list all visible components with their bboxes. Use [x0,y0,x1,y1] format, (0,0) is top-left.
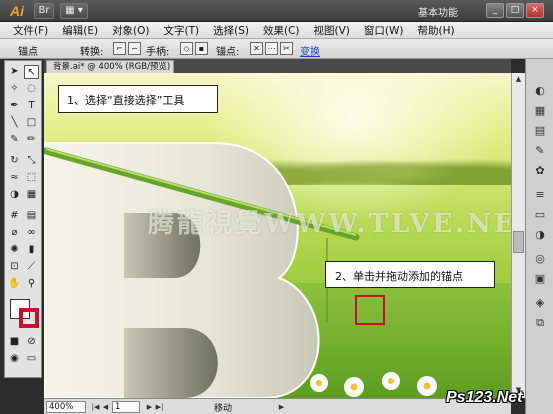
draw-mode-icon[interactable]: ◉ [7,352,22,366]
hide-handles-icon[interactable]: ▪ [195,42,208,55]
menu-type[interactable]: 文字(T) [157,23,207,38]
direct-selection-tool-icon[interactable]: ↖ [24,65,39,79]
slice-tool-icon[interactable]: ⟋ [24,260,39,274]
color-guide-panel-icon[interactable]: ▦ [531,103,549,119]
selection-tool-icon[interactable]: ➤ [7,65,22,79]
remove-anchor-icon[interactable]: ✕ [250,42,263,55]
screen-mode-icon[interactable]: ▭ [24,352,39,366]
document-tab-bar: 背景.ai* @ 400% (RGB/预览) [44,59,511,73]
show-handles-icon[interactable]: ◇ [180,42,193,55]
convert-label: 转换: [80,47,104,58]
control-bar: 锚点 转换: ⌐ ∽ 手柄: ◇ ▪ 锚点: ✕ ⋯ ✂ 变换 [0,39,553,59]
watermark: 腾龍視覺WWW.TLVE.NET [148,209,511,239]
status-bar: 400% |◀ ◀ 1 ▶ ▶| 移动 ▶ [44,398,511,414]
last-artboard-icon[interactable]: ▶| [154,401,165,413]
brushes-panel-icon[interactable]: ✎ [531,143,549,159]
convert-to-corner-icon[interactable]: ⌐ [113,42,126,55]
type-tool-icon[interactable]: T [24,99,39,113]
vertical-scrollbar[interactable]: ▲ ▼ [511,73,525,398]
eyedropper-tool-icon[interactable]: ⌀ [7,226,22,240]
scroll-up-icon[interactable]: ▲ [513,74,524,85]
column-graph-tool-icon[interactable]: ▮ [24,243,39,257]
pencil-tool-icon[interactable]: ✏ [24,133,39,147]
cut-path-icon[interactable]: ✂ [280,42,293,55]
transparency-panel-icon[interactable]: ◑ [531,227,549,243]
artboard-tool-icon[interactable]: ⊡ [7,260,22,274]
color-mode-icon[interactable]: ■ [7,335,22,349]
daisy-flowers [299,361,459,398]
menu-bar: 文件(F) 编辑(E) 对象(O) 文字(T) 选择(S) 效果(C) 视图(V… [0,22,553,39]
graphic-styles-panel-icon[interactable]: ▣ [531,271,549,287]
callout-step-1: 1、选择“直接选择”工具 [58,85,218,113]
menu-select[interactable]: 选择(S) [206,23,256,38]
symbol-sprayer-tool-icon[interactable]: ✺ [7,243,22,257]
paintbrush-tool-icon[interactable]: ✎ [7,133,22,147]
gradient-panel-icon[interactable]: ▭ [531,207,549,223]
transform-link[interactable]: 变换 [300,43,320,58]
status-menu-icon[interactable]: ▶ [276,401,287,413]
close-button[interactable]: × [526,3,544,18]
letter-b-lower-counter [124,328,218,398]
convert-to-smooth-icon[interactable]: ∽ [128,42,141,55]
status-text: 移动 [214,404,233,414]
artboard-canvas[interactable]: 腾龍視覺WWW.TLVE.NET [44,73,511,398]
callout-step-2: 2、单击并拖动添加的锚点 [325,261,495,288]
anchor-point-highlight[interactable] [355,295,385,325]
control-tool-label: 锚点 [18,47,38,58]
rectangle-tool-icon[interactable]: □ [24,116,39,130]
artboard-number-field[interactable]: 1 [112,401,140,413]
line-tool-icon[interactable]: ╲ [7,116,22,130]
blend-tool-icon[interactable]: ∞ [24,226,39,240]
warp-tool-icon[interactable]: ≈ [7,171,22,185]
free-transform-tool-icon[interactable]: ⬚ [24,171,39,185]
anchors-label: 锚点: [216,47,240,58]
symbols-panel-icon[interactable]: ✿ [531,163,549,179]
connect-anchor-icon[interactable]: ⋯ [265,42,278,55]
menu-view[interactable]: 视图(V) [307,23,357,38]
maximize-button[interactable]: □ [506,3,524,18]
title-bar: Ai Br ▦ ▾ 基本功能 _ □ × [0,0,553,22]
menu-effect[interactable]: 效果(C) [256,23,307,38]
menu-help[interactable]: 帮助(H) [411,23,462,38]
color-panel-icon[interactable]: ◐ [531,83,549,99]
pen-tool-icon[interactable]: ✒ [7,99,22,113]
artboards-panel-icon[interactable]: ⧉ [531,315,549,331]
rotate-tool-icon[interactable]: ↻ [7,154,22,168]
panel-dock: ◐ ▦ ▤ ✎ ✿ ≡ ▭ ◑ ◎ ▣ ◈ ⧉ [525,59,553,414]
lasso-tool-icon[interactable]: ◌ [24,82,39,96]
menu-window[interactable]: 窗口(W) [357,23,411,38]
tools-panel: ➤ ↖ ✧ ◌ ✒ T ╲ □ ✎ ✏ ↻ ⤡ ≈ ⬚ ◑ ▦ # ▤ ⌀ ∞ … [4,60,42,378]
scroll-thumb[interactable] [513,231,524,253]
handles-label: 手柄: [146,47,170,58]
minimize-button[interactable]: _ [486,3,504,18]
swatches-panel-icon[interactable]: ▤ [531,123,549,139]
perspective-grid-tool-icon[interactable]: ▦ [24,188,39,202]
scale-tool-icon[interactable]: ⤡ [24,154,39,168]
zoom-tool-icon[interactable]: ⚲ [24,277,39,291]
app-logo: Ai [10,3,24,19]
document-tab[interactable]: 背景.ai* @ 400% (RGB/预览) [46,60,174,73]
no-color-icon[interactable]: ⊘ [24,335,39,349]
prev-artboard-icon[interactable]: ◀ [100,401,111,413]
layers-panel-icon[interactable]: ◈ [531,295,549,311]
arrange-documents-button[interactable]: ▦ ▾ [60,3,88,19]
menu-edit[interactable]: 编辑(E) [55,23,105,38]
zoom-field[interactable]: 400% [46,401,86,413]
magic-wand-tool-icon[interactable]: ✧ [7,82,22,96]
hand-tool-icon[interactable]: ✋ [7,277,22,291]
stroke-panel-icon[interactable]: ≡ [531,187,549,203]
bridge-button[interactable]: Br [34,3,54,19]
menu-file[interactable]: 文件(F) [6,23,55,38]
workspace-switcher[interactable]: 基本功能 [418,4,458,19]
gradient-tool-icon[interactable]: ▤ [24,209,39,223]
shape-builder-tool-icon[interactable]: ◑ [7,188,22,202]
appearance-panel-icon[interactable]: ◎ [531,251,549,267]
menu-object[interactable]: 对象(O) [105,23,156,38]
mesh-tool-icon[interactable]: # [7,209,22,223]
stroke-swatch[interactable] [19,308,39,328]
site-logo: Ps123.Net [446,389,523,406]
